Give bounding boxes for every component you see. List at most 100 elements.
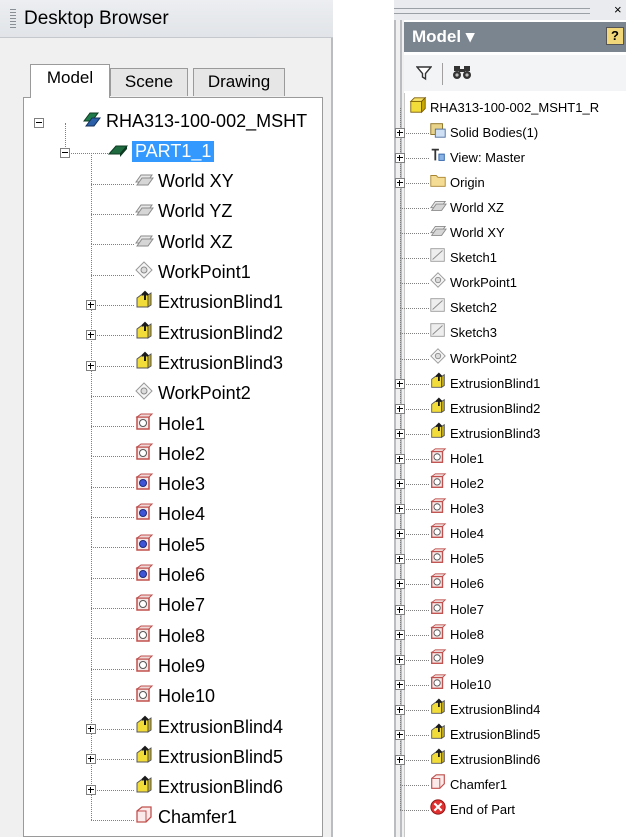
tree-node[interactable]: Hole3 [134, 472, 205, 498]
tab-scene[interactable]: Scene [110, 68, 188, 96]
model-dropdown[interactable]: Model ▾ [412, 27, 474, 47]
expand-icon[interactable] [395, 755, 405, 766]
tree-node-label: RHA313-100-002_MSHT1_R [430, 99, 600, 115]
tree-node[interactable]: Hole6 [429, 572, 484, 596]
expand-icon[interactable] [86, 330, 96, 341]
grip-handle-icon[interactable] [10, 9, 16, 29]
tree-node[interactable]: Hole4 [134, 502, 205, 528]
tree-node[interactable]: Hole8 [134, 623, 205, 649]
tree-node[interactable]: Hole7 [134, 593, 205, 619]
expand-icon[interactable] [86, 299, 96, 310]
tree-node[interactable]: Hole9 [429, 647, 484, 671]
tree-node[interactable]: Hole10 [429, 672, 491, 696]
tree-node[interactable]: Hole6 [134, 563, 205, 589]
tree-node[interactable]: ExtrusionBlind3 [429, 421, 540, 445]
tree-node[interactable]: WorkPoint2 [429, 346, 517, 370]
expand-icon[interactable] [395, 152, 405, 163]
tree-node[interactable]: ExtrusionBlind2 [429, 396, 540, 420]
tree-node[interactable]: Hole5 [134, 532, 205, 558]
tree-node[interactable]: World XZ [429, 195, 504, 219]
tree-node[interactable]: WorkPoint1 [134, 260, 251, 286]
tree-node[interactable]: World XY [134, 169, 234, 195]
tree-node[interactable]: Hole3 [429, 497, 484, 521]
expand-icon[interactable] [86, 754, 96, 765]
expand-icon[interactable] [395, 654, 405, 665]
expand-icon[interactable] [395, 453, 405, 464]
tree-node[interactable]: WorkPoint2 [134, 381, 251, 407]
tree-node[interactable]: Hole1 [429, 446, 484, 470]
collapse-icon[interactable] [60, 148, 70, 159]
expand-icon[interactable] [395, 529, 405, 540]
tree-node[interactable]: Chamfer1 [134, 805, 237, 831]
tree-node[interactable]: Hole10 [134, 684, 215, 710]
tree-node[interactable]: ExtrusionBlind4 [134, 714, 283, 740]
tree-node[interactable]: ExtrusionBlind5 [134, 744, 283, 770]
expand-icon[interactable] [395, 127, 405, 138]
expand-icon[interactable] [395, 604, 405, 615]
tree-node[interactable]: Solid Bodies(1) [429, 120, 538, 144]
tab-drawing[interactable]: Drawing [193, 68, 285, 96]
tree-node[interactable]: ExtrusionBlind1 [134, 290, 283, 316]
tree-node[interactable]: End of Part [429, 798, 515, 822]
tree-node[interactable]: ExtrusionBlind6 [134, 775, 283, 801]
tree-line [91, 789, 134, 791]
tree-node[interactable]: Hole8 [429, 622, 484, 646]
expand-icon[interactable] [395, 504, 405, 515]
tree-node[interactable]: Hole2 [429, 472, 484, 496]
tree-node[interactable]: Sketch3 [429, 321, 497, 345]
expand-icon[interactable] [395, 403, 405, 414]
expand-icon[interactable] [395, 378, 405, 389]
tree-node[interactable]: ExtrusionBlind5 [429, 723, 540, 747]
desktop-browser-titlebar[interactable]: Desktop Browser [0, 0, 333, 38]
tree-node[interactable]: World XY [429, 221, 505, 245]
work-plane-icon [429, 196, 447, 219]
tree-node[interactable]: PART1_1 [107, 138, 215, 164]
tab-model[interactable]: Model [30, 64, 110, 98]
tree-node-label: World YZ [158, 201, 233, 222]
tree-node[interactable]: World YZ [134, 199, 232, 225]
tree-node[interactable]: Hole2 [134, 441, 205, 467]
tree-node[interactable]: ExtrusionBlind3 [134, 350, 283, 376]
panel-drag-strip[interactable]: × [394, 0, 626, 20]
binoculars-icon[interactable] [452, 64, 472, 81]
expand-icon[interactable] [395, 629, 405, 640]
tree-node[interactable]: Sketch1 [429, 246, 497, 270]
tree-node[interactable]: RHA313-100-002_MSHT [82, 108, 307, 134]
expand-icon[interactable] [395, 579, 405, 590]
tree-node[interactable]: Hole9 [134, 653, 205, 679]
tree-node[interactable]: View: Master [429, 145, 525, 169]
close-icon[interactable]: × [614, 2, 622, 17]
tree-node-label: End of Part [450, 802, 516, 818]
expand-icon[interactable] [395, 704, 405, 715]
tree-node[interactable]: World XZ [134, 229, 233, 255]
tree-node[interactable]: Chamfer1 [429, 773, 507, 797]
tree-node[interactable]: Sketch2 [429, 296, 497, 320]
extrusion-icon [134, 715, 154, 740]
expand-icon[interactable] [395, 479, 405, 490]
tree-line [91, 759, 134, 761]
expand-icon[interactable] [86, 360, 96, 371]
tree-node[interactable]: ExtrusionBlind6 [429, 748, 540, 772]
expand-icon[interactable] [86, 724, 96, 735]
help-icon[interactable]: ? [606, 27, 624, 45]
expand-icon[interactable] [395, 428, 405, 439]
tree-node[interactable]: ExtrusionBlind1 [429, 371, 540, 395]
tree-node[interactable]: Hole1 [134, 411, 205, 437]
tree-node[interactable]: WorkPoint1 [429, 271, 517, 295]
tree-node[interactable]: Hole7 [429, 597, 484, 621]
expand-icon[interactable] [395, 177, 405, 188]
tree-node[interactable]: RHA313-100-002_MSHT1_R [409, 95, 599, 119]
tree-node[interactable]: Hole4 [429, 522, 484, 546]
drag-bar [394, 8, 590, 14]
expand-icon[interactable] [395, 730, 405, 741]
expand-icon[interactable] [395, 679, 405, 690]
expand-icon[interactable] [86, 784, 96, 795]
tree-node[interactable]: Origin [429, 170, 485, 194]
model-browser-header[interactable]: Model ▾ ? [404, 22, 626, 52]
filter-icon[interactable] [416, 65, 432, 81]
tree-node[interactable]: Hole5 [429, 547, 484, 571]
tree-node[interactable]: ExtrusionBlind4 [429, 697, 540, 721]
tree-node[interactable]: ExtrusionBlind2 [134, 320, 283, 346]
collapse-icon[interactable] [34, 118, 44, 129]
expand-icon[interactable] [395, 554, 405, 565]
